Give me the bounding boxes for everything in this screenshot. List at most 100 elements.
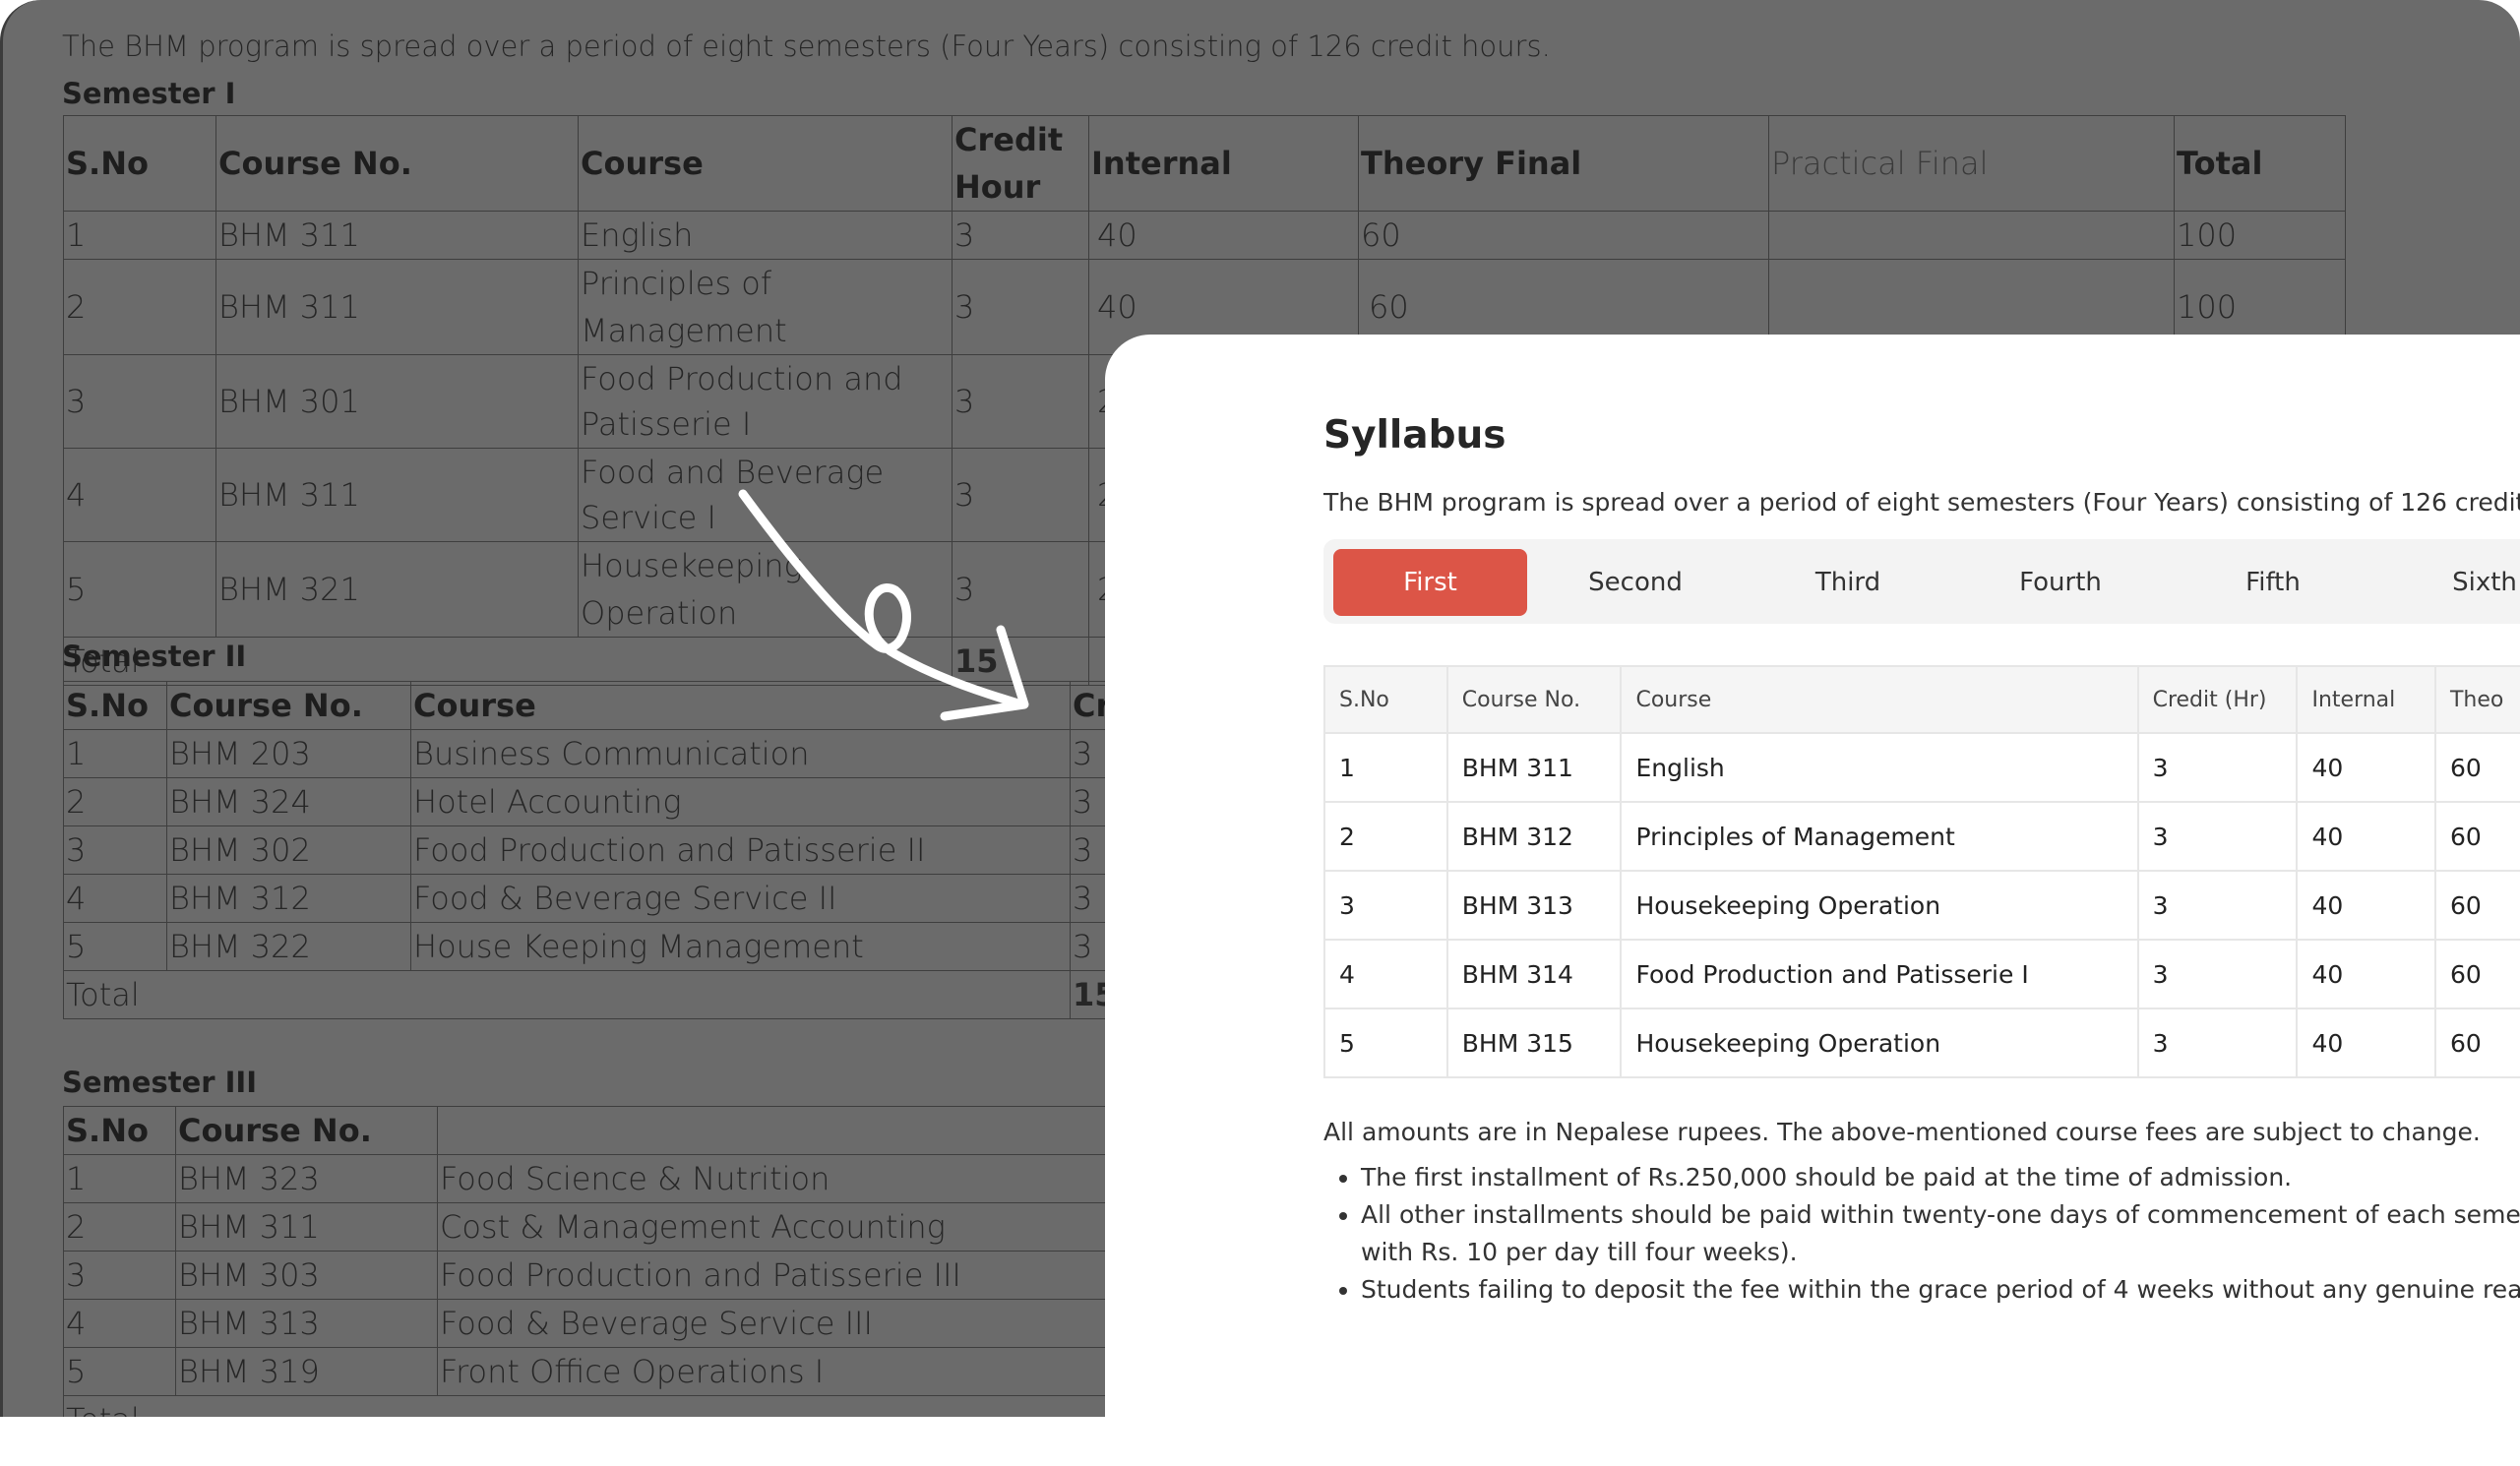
cell: 5 xyxy=(63,922,167,971)
s3-header-sno: S.No xyxy=(63,1106,176,1155)
list-item: The first installment of Rs.250,000 shou… xyxy=(1361,1159,2520,1196)
s2-header-sno: S.No xyxy=(63,681,167,730)
cell: BHM 313 xyxy=(175,1299,438,1348)
table-row: 5 BHM 315 Housekeeping Operation 3 40 60 xyxy=(1323,1008,2520,1078)
header-credit: Credit (Hr) xyxy=(2136,665,2299,734)
cell: 2 xyxy=(63,259,216,355)
cell: 40 xyxy=(2296,870,2436,941)
table-header-row: S.No Course No. Course Credit (Hr) Inter… xyxy=(1323,665,2520,734)
header-course-no: Course No. xyxy=(1445,665,1623,734)
cell: English xyxy=(1620,732,2139,803)
cell: 3 xyxy=(2136,939,2299,1009)
cell: Food Production and Patisserie I xyxy=(578,354,953,449)
cell: 3 xyxy=(63,1251,176,1300)
cell: BHM 315 xyxy=(1445,1008,1623,1078)
table-row: 1 BHM 311 English 3 40 60 xyxy=(1323,732,2520,803)
tab-fifth[interactable]: Fifth xyxy=(2175,549,2371,616)
cell: BHM 311 xyxy=(1445,732,1623,803)
s1-header-credit-hour: Credit Hour xyxy=(952,115,1089,212)
cell: 60 xyxy=(2433,939,2520,1009)
table-row: 4 BHM 314 Food Production and Patisserie… xyxy=(1323,939,2520,1009)
cell: 40 xyxy=(1088,211,1359,260)
cell: BHM 322 xyxy=(166,922,411,971)
page-title: Syllabus xyxy=(1323,413,1506,458)
cell: BHM 311 xyxy=(175,1202,438,1252)
fee-rules-list: The first installment of Rs.250,000 shou… xyxy=(1323,1159,2520,1309)
cell: BHM 313 xyxy=(1445,870,1623,941)
cell: BHM 311 xyxy=(215,211,579,260)
s3-header-course-no: Course No. xyxy=(175,1106,438,1155)
cell: BHM 324 xyxy=(166,777,411,826)
total-row: Total 15 xyxy=(63,970,1287,1019)
cell: 3 xyxy=(2136,870,2299,941)
tab-first[interactable]: First xyxy=(1333,549,1527,616)
tab-fourth[interactable]: Fourth xyxy=(1962,549,2159,616)
cell: 5 xyxy=(63,541,216,638)
cell: 60 xyxy=(2433,801,2520,872)
program-description: The BHM program is spread over a period … xyxy=(1323,488,2520,517)
cell: Principles of Management xyxy=(578,259,953,355)
semester-1-title: Semester I xyxy=(62,77,236,110)
cell: BHM 301 xyxy=(215,354,579,449)
cell: 40 xyxy=(2296,1008,2436,1078)
syllabus-panel: Syllabus The BHM program is spread over … xyxy=(1105,335,2520,1466)
table-row: 4 BHM 312 Food & Beverage Service II 3 xyxy=(63,874,1287,923)
cell: BHM 312 xyxy=(166,874,411,923)
tab-sixth[interactable]: Sixth xyxy=(2386,549,2520,616)
cell: 3 xyxy=(63,354,216,449)
cell: BHM 302 xyxy=(166,825,411,875)
cell: House Keeping Management xyxy=(410,922,1071,971)
cell: 4 xyxy=(1323,939,1448,1009)
cell: BHM 311 xyxy=(215,259,579,355)
table-row: 1 BHM 203 Business Communication 3 xyxy=(63,729,1287,778)
cell: Principles of Management xyxy=(1620,801,2139,872)
cell: 4 xyxy=(63,448,216,542)
list-item: All other installments should be paid wi… xyxy=(1361,1196,2520,1271)
header-course: Course xyxy=(1620,665,2139,734)
cell: 60 xyxy=(1358,211,1769,260)
cell: 40 xyxy=(2296,732,2436,803)
fees-note: All amounts are in Nepalese rupees. The … xyxy=(1323,1118,2481,1146)
cell: BHM 203 xyxy=(166,729,411,778)
cell: BHM 312 xyxy=(1445,801,1623,872)
tab-second[interactable]: Second xyxy=(1537,549,1734,616)
header-theory: Theo xyxy=(2433,665,2520,734)
table-row: 3 BHM 302 Food Production and Patisserie… xyxy=(63,825,1287,875)
cell: 4 xyxy=(63,1299,176,1348)
cell: 3 xyxy=(952,211,1089,260)
header-internal: Internal xyxy=(2296,665,2436,734)
s1-header-total: Total xyxy=(2174,115,2346,212)
list-item: Students failing to deposit the fee with… xyxy=(1361,1271,2520,1309)
course-table: S.No Course No. Course Credit (Hr) Inter… xyxy=(1323,665,2520,1078)
table-row: 1 BHM 311 English 3 40 60 100 xyxy=(63,211,2346,260)
semester-2-table: S.No Course No. Course Cr 1 BHM 203 Busi… xyxy=(63,681,1287,1019)
cell: BHM 319 xyxy=(175,1347,438,1396)
cell: 3 xyxy=(63,825,167,875)
cell: Housekeeping Operation xyxy=(1620,1008,2139,1078)
old-intro-text: The BHM program is spread over a period … xyxy=(62,30,1551,63)
cell: 1 xyxy=(63,211,216,260)
cell: Hotel Accounting xyxy=(410,777,1071,826)
s1-header-practical-final: Practical Final xyxy=(1768,115,2175,212)
s2-header-course-no: Course No. xyxy=(166,681,411,730)
table-row: 3 BHM 313 Housekeeping Operation 3 40 60 xyxy=(1323,870,2520,941)
cell: 3 xyxy=(952,259,1089,355)
curved-arrow-icon xyxy=(738,489,1029,721)
semester-2-title: Semester II xyxy=(62,640,247,673)
cell: 4 xyxy=(63,874,167,923)
s1-header-course-no: Course No. xyxy=(215,115,579,212)
cell: 3 xyxy=(2136,1008,2299,1078)
cell: 40 xyxy=(2296,939,2436,1009)
cell: Housekeeping Operation xyxy=(1620,870,2139,941)
table-row: 5 BHM 322 House Keeping Management 3 xyxy=(63,922,1287,971)
cell xyxy=(1768,211,2175,260)
tab-third[interactable]: Third xyxy=(1750,549,1946,616)
cell: English xyxy=(578,211,953,260)
cell: BHM 321 xyxy=(215,541,579,638)
cell: 2 xyxy=(63,1202,176,1252)
s1-header-internal: Internal xyxy=(1088,115,1359,212)
cell: BHM 314 xyxy=(1445,939,1623,1009)
cell: BHM 303 xyxy=(175,1251,438,1300)
cell: 40 xyxy=(2296,801,2436,872)
cell: Business Communication xyxy=(410,729,1071,778)
